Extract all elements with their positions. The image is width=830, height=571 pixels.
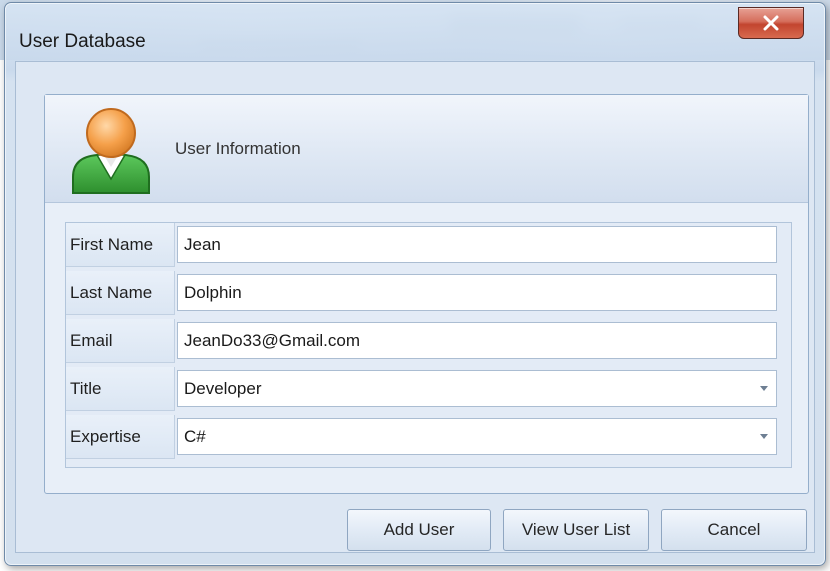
chevron-down-icon[interactable] — [760, 386, 768, 391]
last-name-input[interactable]: Dolphin — [177, 274, 777, 311]
last-name-row: Last Name Dolphin — [66, 271, 791, 315]
last-name-label: Last Name — [66, 271, 175, 315]
user-info-panel: User Information First Name Jean Last Na… — [44, 94, 809, 494]
expertise-dropdown[interactable]: C# — [177, 418, 777, 455]
panel-header: User Information — [45, 95, 808, 203]
expertise-label: Expertise — [66, 415, 175, 459]
view-user-list-button[interactable]: View User List — [503, 509, 649, 551]
cancel-button[interactable]: Cancel — [661, 509, 807, 551]
first-name-label: First Name — [66, 223, 175, 267]
user-information-label: User Information — [175, 139, 301, 158]
expertise-value: C# — [184, 427, 206, 446]
first-name-row: First Name Jean — [66, 223, 791, 267]
first-name-value: Jean — [184, 235, 221, 254]
user-form: First Name Jean Last Name Dolphin Email … — [65, 222, 792, 468]
close-button[interactable] — [738, 7, 804, 39]
close-icon — [763, 15, 779, 31]
last-name-value: Dolphin — [184, 283, 242, 302]
title-row: Title Developer — [66, 367, 791, 411]
user-avatar-icon — [72, 108, 150, 194]
email-value: JeanDo33@Gmail.com — [184, 331, 360, 350]
email-label: Email — [66, 319, 175, 363]
email-row: Email JeanDo33@Gmail.com — [66, 319, 791, 363]
chevron-down-icon[interactable] — [760, 434, 768, 439]
expertise-row: Expertise C# — [66, 415, 791, 459]
title-label: Title — [66, 367, 175, 411]
first-name-input[interactable]: Jean — [177, 226, 777, 263]
window-title: User Database — [19, 31, 146, 52]
title-dropdown[interactable]: Developer — [177, 370, 777, 407]
dialog-client-area: User Information First Name Jean Last Na… — [15, 61, 815, 553]
add-user-button[interactable]: Add User — [347, 509, 491, 551]
email-input[interactable]: JeanDo33@Gmail.com — [177, 322, 777, 359]
user-database-window: User Database User Information First Nam… — [4, 2, 826, 566]
title-value: Developer — [184, 379, 262, 398]
